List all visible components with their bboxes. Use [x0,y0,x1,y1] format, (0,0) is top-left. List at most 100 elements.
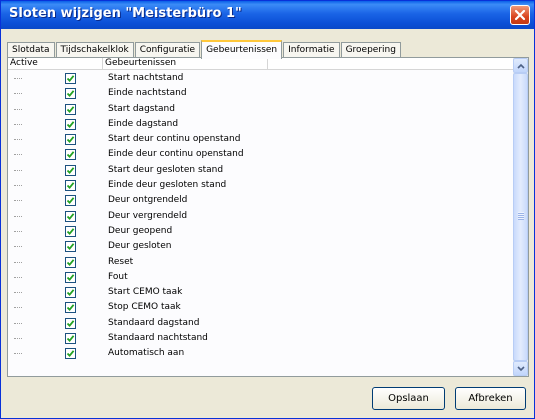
tree-line [14,200,22,202]
tree-line [14,169,22,171]
tree-line [14,230,22,232]
list-item[interactable]: Start dagstand [8,102,513,117]
check-icon [66,75,75,83]
list-item[interactable]: Einde dagstand [8,117,513,132]
check-icon [66,228,75,236]
check-icon [66,151,75,159]
active-checkbox[interactable] [65,241,76,253]
active-checkbox[interactable] [65,195,76,207]
event-label: Start deur continu openstand [108,134,241,145]
list-item[interactable]: Einde deur continu openstand [8,147,513,162]
tree-line [14,338,22,340]
list-item[interactable]: Fout [8,270,513,285]
tree-line [14,93,22,95]
check-icon [66,258,75,266]
active-checkbox[interactable] [65,180,76,192]
list-item[interactable]: Deur vergrendeld [8,209,513,224]
tree-line [14,307,22,309]
tree-line [14,322,22,324]
event-label: Einde deur continu openstand [108,149,244,160]
event-label: Start nachtstand [108,73,184,83]
active-checkbox[interactable] [65,118,76,130]
tab-gebeurtenissen[interactable]: Gebeurtenissen [201,40,283,59]
active-checkbox[interactable] [65,73,76,84]
active-checkbox[interactable] [65,164,76,176]
event-label: Einde deur gesloten stand [108,180,227,191]
event-label: Deur vergrendeld [108,210,188,221]
list-item[interactable]: Standaard dagstand [8,316,513,331]
active-checkbox[interactable] [65,88,76,100]
check-icon [66,136,75,144]
list-item[interactable]: Stop CEMO taak [8,300,513,315]
event-label: Standaard nachtstand [108,333,208,344]
event-label: Start CEMO taak [108,287,183,298]
active-checkbox[interactable] [65,271,76,283]
event-label: Einde nachtstand [108,88,187,99]
active-checkbox[interactable] [65,134,76,146]
tab-configuratie[interactable]: Configuratie [134,42,201,58]
tab-groepering[interactable]: Groepering [340,42,401,58]
table-header: Active Gebeurtenissen [8,58,513,70]
active-checkbox[interactable] [65,317,76,329]
check-icon [66,167,75,174]
check-icon [66,212,75,220]
save-button[interactable]: Opslaan [372,387,445,410]
tab-informatie[interactable]: Informatie [283,42,340,58]
close-button[interactable] [510,5,530,25]
tree-line [14,353,22,355]
column-header-events[interactable]: Gebeurtenissen [103,58,268,69]
cancel-button[interactable]: Afbreken [455,387,526,410]
active-checkbox[interactable] [65,348,76,360]
list-item[interactable]: Deur ontgrendeld [8,193,513,208]
tree-line [14,139,22,141]
tree-line [14,123,22,125]
active-checkbox[interactable] [65,149,76,161]
tab-tijdschakelklok[interactable]: Tijdschakelklok [55,42,134,58]
list-item[interactable]: Deur gesloten [8,239,513,254]
active-checkbox[interactable] [65,333,76,345]
event-label: Fout [108,271,128,282]
list-item[interactable]: Deur geopend [8,224,513,239]
check-icon [66,121,75,128]
list-item[interactable]: Einde deur gesloten stand [8,178,513,193]
event-label: Deur gesloten [108,241,172,252]
list-item[interactable]: Einde nachtstand [8,86,513,101]
vertical-scrollbar[interactable] [513,58,528,376]
list-item[interactable]: Start CEMO taak [8,285,513,300]
active-checkbox[interactable] [65,287,76,299]
check-icon [66,350,75,358]
active-checkbox[interactable] [65,225,76,237]
list-item[interactable]: Automatisch aan [8,346,513,361]
chevron-down-icon [516,365,525,371]
check-icon [66,197,75,205]
scroll-up-button[interactable] [513,58,528,73]
event-label: Start deur gesloten stand [108,164,224,175]
scroll-down-button[interactable] [513,361,528,376]
active-checkbox[interactable] [65,103,76,115]
column-header-active[interactable]: Active [8,58,103,69]
events-panel: Active Gebeurtenissen Start nachtstand Ei… [7,57,529,377]
list-item[interactable]: Start deur gesloten stand [8,163,513,178]
active-checkbox[interactable] [65,256,76,268]
check-icon [66,182,75,190]
tree-line [14,261,22,263]
scroll-thumb[interactable] [513,73,528,361]
event-label: Automatisch aan [108,348,185,359]
event-label: Stop CEMO taak [108,302,181,313]
list-item[interactable]: Start deur continu openstand [8,132,513,147]
event-label: Standaard dagstand [108,317,200,328]
tree-line [14,108,22,110]
event-label: Deur ontgrendeld [108,195,188,206]
tree-line [14,246,22,248]
active-checkbox[interactable] [65,302,76,314]
chevron-up-icon [516,63,525,69]
check-icon [66,105,75,113]
tree-line [14,154,22,156]
tab-slotdata[interactable]: Slotdata [7,42,55,58]
list-item[interactable]: Start nachtstand [8,71,513,86]
active-checkbox[interactable] [65,210,76,222]
list-item[interactable]: Reset [8,255,513,270]
check-icon [66,289,75,297]
list-item[interactable]: Standaard nachtstand [8,331,513,346]
title-bar[interactable]: Sloten wijzigen "Meisterbüro 1" [1,1,534,29]
